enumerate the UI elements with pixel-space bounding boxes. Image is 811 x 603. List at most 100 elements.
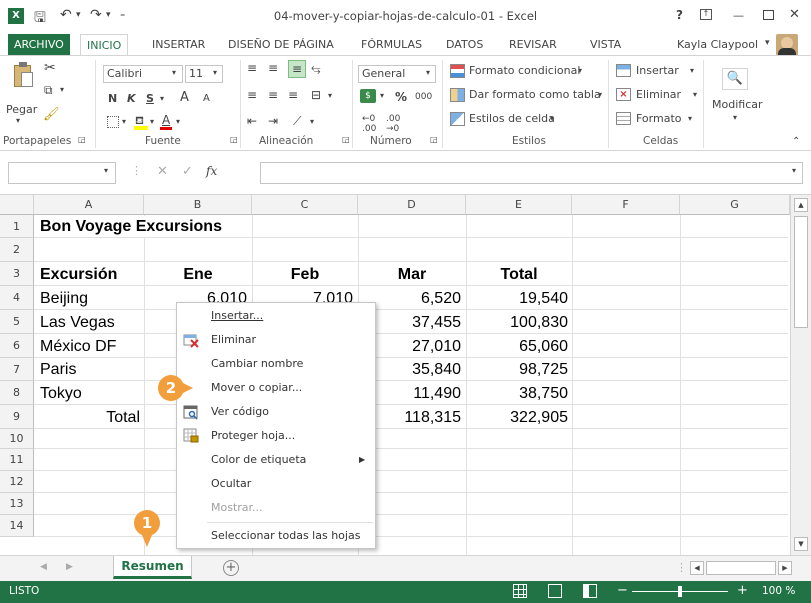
insert-cells-button[interactable]: Insertar	[636, 64, 679, 77]
cell-e4[interactable]: 19,540	[466, 287, 568, 310]
tab-revisar[interactable]: REVISAR	[503, 34, 563, 56]
cancel-entry-icon[interactable]: ✕	[157, 164, 168, 179]
minimize-button[interactable]: —	[733, 9, 744, 22]
new-sheet-icon[interactable]: +	[223, 560, 239, 576]
row-header[interactable]: 5	[0, 310, 34, 334]
collapse-ribbon-icon[interactable]: ⌃	[792, 136, 800, 147]
tab-insertar[interactable]: INSERTAR	[146, 34, 211, 56]
cell-styles-button[interactable]: Estilos de celda	[469, 112, 555, 125]
accounting-dropdown-icon[interactable]: ▾	[380, 91, 384, 100]
align-bottom-icon[interactable]: ≡	[288, 60, 306, 78]
align-top-icon[interactable]: ≡	[247, 61, 257, 75]
row-header[interactable]: 12	[0, 471, 34, 493]
cell-a9[interactable]: Total	[34, 406, 140, 429]
user-dropdown-icon[interactable]: ▾	[765, 38, 770, 48]
column-header-b[interactable]: B	[144, 195, 252, 215]
cell-styles-dropdown-icon[interactable]: ▾	[550, 114, 554, 123]
zoom-out-button[interactable]: −	[617, 583, 628, 598]
header-feb[interactable]: Feb	[252, 263, 358, 286]
row-header[interactable]: 8	[0, 381, 34, 405]
percent-button[interactable]: %	[395, 90, 407, 104]
column-header-a[interactable]: A	[34, 195, 144, 215]
header-total[interactable]: Total	[466, 263, 572, 286]
paste-label[interactable]: Pegar	[6, 103, 37, 116]
fill-color-icon[interactable]: ⛾	[134, 114, 148, 130]
delete-cells-dropdown-icon[interactable]: ▾	[693, 90, 697, 99]
font-name-select[interactable]: Calibri	[103, 65, 183, 83]
header-excursion[interactable]: Excursión	[40, 263, 117, 286]
column-header-e[interactable]: E	[466, 195, 572, 215]
header-mar[interactable]: Mar	[358, 263, 466, 286]
name-box[interactable]	[8, 162, 116, 184]
format-painter-icon[interactable]: 🖌	[43, 107, 60, 122]
format-cells-dropdown-icon[interactable]: ▾	[688, 114, 692, 123]
format-cells-button[interactable]: Formato	[636, 112, 682, 125]
merge-center-icon[interactable]: ⊟	[311, 88, 321, 102]
cell-a7[interactable]: Paris	[40, 358, 76, 381]
cell-e9[interactable]: 322,905	[466, 406, 568, 429]
insert-function-icon[interactable]: fx	[206, 164, 217, 178]
tab-diseno[interactable]: DISEÑO DE PÁGINA	[222, 34, 340, 56]
grow-font-button[interactable]: A	[180, 90, 189, 105]
number-format-dropdown-icon[interactable]: ▾	[426, 68, 430, 77]
prev-sheet-icon[interactable]: ◀	[40, 562, 47, 572]
format-as-table-button[interactable]: Dar formato como tabla	[469, 88, 601, 101]
format-as-table-dropdown-icon[interactable]: ▾	[598, 90, 602, 99]
header-ene[interactable]: Ene	[144, 263, 252, 286]
row-header[interactable]: 1	[0, 215, 34, 238]
menu-item-protect[interactable]: Proteger hoja...	[177, 424, 375, 448]
borders-dropdown-icon[interactable]: ▾	[122, 117, 126, 126]
column-header-c[interactable]: C	[252, 195, 358, 215]
tab-bar-splitter-icon[interactable]: ⋮	[676, 561, 687, 574]
binoculars-icon[interactable]: 🔍	[722, 68, 748, 90]
formula-input[interactable]	[260, 162, 803, 184]
underline-button[interactable]: S	[146, 92, 154, 105]
scroll-thumb[interactable]	[794, 216, 808, 328]
row-header[interactable]: 7	[0, 358, 34, 381]
copy-dropdown-icon[interactable]: ▾	[60, 85, 64, 94]
page-break-view-icon[interactable]	[583, 584, 597, 598]
menu-item-hide[interactable]: Ocultar	[177, 472, 375, 496]
conditional-format-dropdown-icon[interactable]: ▾	[578, 66, 582, 75]
cell-a5[interactable]: Las Vegas	[40, 311, 115, 334]
number-launcher-icon[interactable]: ◲	[430, 135, 438, 144]
accounting-format-icon[interactable]: $	[360, 89, 376, 103]
modify-button[interactable]: Modificar	[712, 98, 763, 111]
confirm-entry-icon[interactable]: ✓	[182, 164, 193, 179]
horizontal-scrollbar[interactable]	[706, 561, 776, 575]
delete-cells-button[interactable]: Eliminar	[636, 88, 681, 101]
sheet-tab-resumen[interactable]: Resumen	[113, 556, 192, 579]
tab-inicio[interactable]: INICIO	[80, 34, 129, 56]
copy-icon[interactable]: ⧉	[44, 83, 53, 98]
alignment-launcher-icon[interactable]: ◲	[342, 135, 350, 144]
tab-formulas[interactable]: FÓRMULAS	[355, 34, 428, 56]
maximize-button[interactable]	[763, 10, 774, 20]
conditional-format-button[interactable]: Formato condicional	[469, 64, 580, 77]
paste-icon[interactable]	[12, 62, 34, 88]
user-name[interactable]: Kayla Claypool	[677, 38, 758, 51]
cut-icon[interactable]: ✂	[44, 60, 56, 76]
name-box-dropdown-icon[interactable]: ▾	[104, 166, 108, 175]
align-right-icon[interactable]: ≡	[288, 88, 298, 102]
font-size-select[interactable]: 11	[185, 65, 223, 83]
scroll-down-icon[interactable]: ▼	[794, 537, 808, 551]
zoom-slider-thumb[interactable]	[678, 586, 682, 597]
font-launcher-icon[interactable]: ◲	[230, 135, 238, 144]
decrease-indent-icon[interactable]: ⇤	[247, 114, 257, 128]
menu-item-insert[interactable]: Insertar...	[177, 304, 375, 328]
align-left-icon[interactable]: ≡	[247, 88, 257, 102]
number-format-select[interactable]: General	[358, 65, 436, 83]
cell-a6[interactable]: México DF	[40, 335, 116, 358]
avatar[interactable]	[776, 34, 798, 56]
normal-view-icon[interactable]	[513, 584, 527, 598]
vertical-scrollbar[interactable]: ▲ ▼	[790, 195, 811, 555]
insert-cells-icon[interactable]	[616, 64, 631, 77]
menu-item-view-code[interactable]: Ver código	[177, 400, 375, 424]
insert-cells-dropdown-icon[interactable]: ▾	[690, 66, 694, 75]
font-color-dropdown-icon[interactable]: ▾	[176, 117, 180, 126]
help-button[interactable]: ?	[676, 8, 683, 22]
zoom-in-button[interactable]: +	[737, 583, 748, 598]
cell-e7[interactable]: 98,725	[466, 358, 568, 381]
merge-dropdown-icon[interactable]: ▾	[328, 91, 332, 100]
underline-dropdown-icon[interactable]: ▾	[160, 94, 164, 103]
